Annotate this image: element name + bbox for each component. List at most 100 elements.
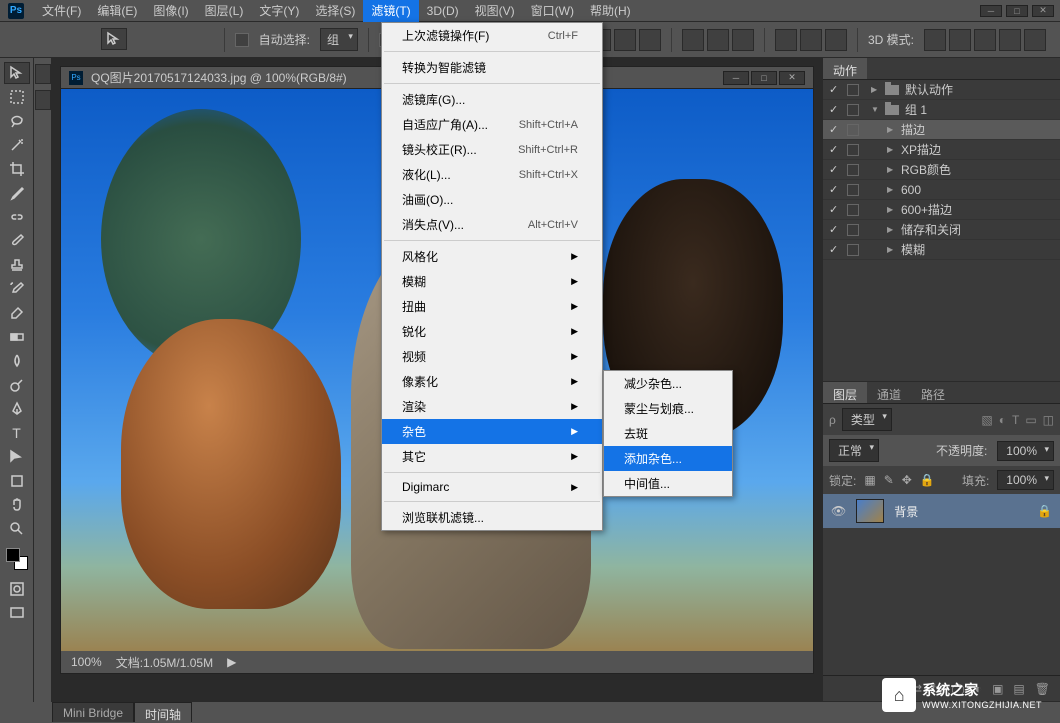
align-btn[interactable] — [614, 29, 636, 51]
lock-all-icon[interactable]: 🔒 — [920, 473, 935, 487]
lock-paint-icon[interactable]: ✎ — [884, 473, 894, 487]
tab-minibridge[interactable]: Mini Bridge — [52, 702, 134, 722]
zoom-level[interactable]: 100% — [71, 655, 102, 669]
submenu-item[interactable]: 添加杂色... — [604, 446, 732, 471]
pen-tool[interactable] — [4, 398, 30, 420]
layers-tab[interactable]: 图层 — [823, 382, 867, 403]
move-tool[interactable] — [4, 62, 30, 84]
submenu-item[interactable]: 减少杂色... — [604, 371, 732, 396]
gradient-tool[interactable] — [4, 326, 30, 348]
eraser-tool[interactable] — [4, 302, 30, 324]
screenmode-tool[interactable] — [4, 602, 30, 624]
3d-btn[interactable] — [949, 29, 971, 51]
menu-item[interactable]: 杂色▶ — [382, 419, 602, 444]
lasso-tool[interactable] — [4, 110, 30, 132]
menu-filter[interactable]: 滤镜(T) — [363, 0, 418, 22]
menu-item[interactable]: 油画(O)... — [382, 187, 602, 212]
action-row[interactable]: ✓▼组 1 — [823, 100, 1060, 120]
quickmask-tool[interactable] — [4, 578, 30, 600]
fg-bg-colors[interactable] — [6, 548, 28, 570]
stamp-tool[interactable] — [4, 254, 30, 276]
blend-mode[interactable]: 正常 — [829, 439, 879, 462]
paths-tab[interactable]: 路径 — [911, 382, 955, 403]
visibility-icon[interactable]: 👁 — [831, 504, 846, 518]
action-row[interactable]: ✓▶模糊 — [823, 240, 1060, 260]
menu-item[interactable]: Digimarc▶ — [382, 476, 602, 498]
layer-thumbnail[interactable] — [856, 499, 884, 523]
3d-btn[interactable] — [999, 29, 1021, 51]
menu-item[interactable]: 渲染▶ — [382, 394, 602, 419]
menu-item[interactable]: 视频▶ — [382, 344, 602, 369]
layer-row[interactable]: 👁 背景 🔒 — [823, 494, 1060, 528]
hand-tool[interactable] — [4, 494, 30, 516]
menu-window[interactable]: 窗口(W) — [523, 0, 582, 22]
action-row[interactable]: ✓▶默认动作 — [823, 80, 1060, 100]
status-arrow[interactable]: ▶ — [227, 655, 236, 669]
menu-file[interactable]: 文件(F) — [34, 0, 89, 22]
doc-maximize[interactable]: □ — [751, 71, 777, 85]
filter-smart-icon[interactable]: ◫ — [1043, 413, 1054, 427]
filter-shape-icon[interactable]: ▭ — [1025, 413, 1036, 427]
fill-value[interactable]: 100% — [997, 470, 1054, 490]
wand-tool[interactable] — [4, 134, 30, 156]
layer-name[interactable]: 背景 — [894, 503, 918, 520]
actions-tab[interactable]: 动作 — [823, 58, 867, 79]
menu-item[interactable]: 自适应广角(A)...Shift+Ctrl+A — [382, 112, 602, 137]
menu-item[interactable]: 锐化▶ — [382, 319, 602, 344]
menu-item[interactable]: 上次滤镜操作(F)Ctrl+F — [382, 23, 602, 48]
action-row[interactable]: ✓▶储存和关闭 — [823, 220, 1060, 240]
action-row[interactable]: ✓▶描边 — [823, 120, 1060, 140]
menu-item[interactable]: 镜头校正(R)...Shift+Ctrl+R — [382, 137, 602, 162]
menu-layer[interactable]: 图层(L) — [197, 0, 252, 22]
3d-btn[interactable] — [924, 29, 946, 51]
layer-filter-kind[interactable]: 类型 — [842, 408, 892, 431]
submenu-item[interactable]: 中间值... — [604, 471, 732, 496]
dist-btn[interactable] — [825, 29, 847, 51]
doc-close[interactable]: ✕ — [779, 71, 805, 85]
action-row[interactable]: ✓▶RGB颜色 — [823, 160, 1060, 180]
menu-item[interactable]: 风格化▶ — [382, 244, 602, 269]
align-btn[interactable] — [639, 29, 661, 51]
menu-item[interactable]: 浏览联机滤镜... — [382, 505, 602, 530]
channels-tab[interactable]: 通道 — [867, 382, 911, 403]
menu-item[interactable]: 液化(L)...Shift+Ctrl+X — [382, 162, 602, 187]
maximize-button[interactable]: □ — [1006, 5, 1028, 17]
zoom-tool[interactable] — [4, 518, 30, 540]
collapsed-panel-icon[interactable] — [35, 90, 51, 110]
autoselect-target[interactable]: 组 — [320, 28, 358, 51]
lock-trans-icon[interactable]: ▦ — [864, 473, 875, 487]
lock-pos-icon[interactable]: ✥ — [902, 473, 912, 487]
tab-timeline[interactable]: 时间轴 — [134, 702, 192, 722]
submenu-item[interactable]: 去斑 — [604, 421, 732, 446]
minimize-button[interactable]: ─ — [980, 5, 1002, 17]
action-row[interactable]: ✓▶600 — [823, 180, 1060, 200]
blur-tool[interactable] — [4, 350, 30, 372]
dist-btn[interactable] — [682, 29, 704, 51]
crop-tool[interactable] — [4, 158, 30, 180]
heal-tool[interactable] — [4, 206, 30, 228]
brush-tool[interactable] — [4, 230, 30, 252]
menu-view[interactable]: 视图(V) — [467, 0, 523, 22]
autoselect-checkbox[interactable] — [235, 33, 249, 47]
menu-item[interactable]: 消失点(V)...Alt+Ctrl+V — [382, 212, 602, 237]
3d-btn[interactable] — [974, 29, 996, 51]
menu-help[interactable]: 帮助(H) — [582, 0, 639, 22]
collapsed-panel-icon[interactable] — [35, 64, 51, 84]
opacity-value[interactable]: 100% — [997, 441, 1054, 461]
menu-select[interactable]: 选择(S) — [307, 0, 363, 22]
menu-item[interactable]: 模糊▶ — [382, 269, 602, 294]
menu-image[interactable]: 图像(I) — [145, 0, 196, 22]
menu-3d[interactable]: 3D(D) — [419, 1, 467, 21]
menu-item[interactable]: 滤镜库(G)... — [382, 87, 602, 112]
doc-minimize[interactable]: ─ — [723, 71, 749, 85]
action-row[interactable]: ✓▶XP描边 — [823, 140, 1060, 160]
dist-btn[interactable] — [707, 29, 729, 51]
type-tool[interactable]: T — [4, 422, 30, 444]
action-row[interactable]: ✓▶600+描边 — [823, 200, 1060, 220]
dist-btn[interactable] — [732, 29, 754, 51]
menu-item[interactable]: 扭曲▶ — [382, 294, 602, 319]
close-button[interactable]: ✕ — [1032, 5, 1054, 17]
filter-type-icon[interactable]: T — [1012, 413, 1019, 427]
eyedropper-tool[interactable] — [4, 182, 30, 204]
path-tool[interactable] — [4, 446, 30, 468]
